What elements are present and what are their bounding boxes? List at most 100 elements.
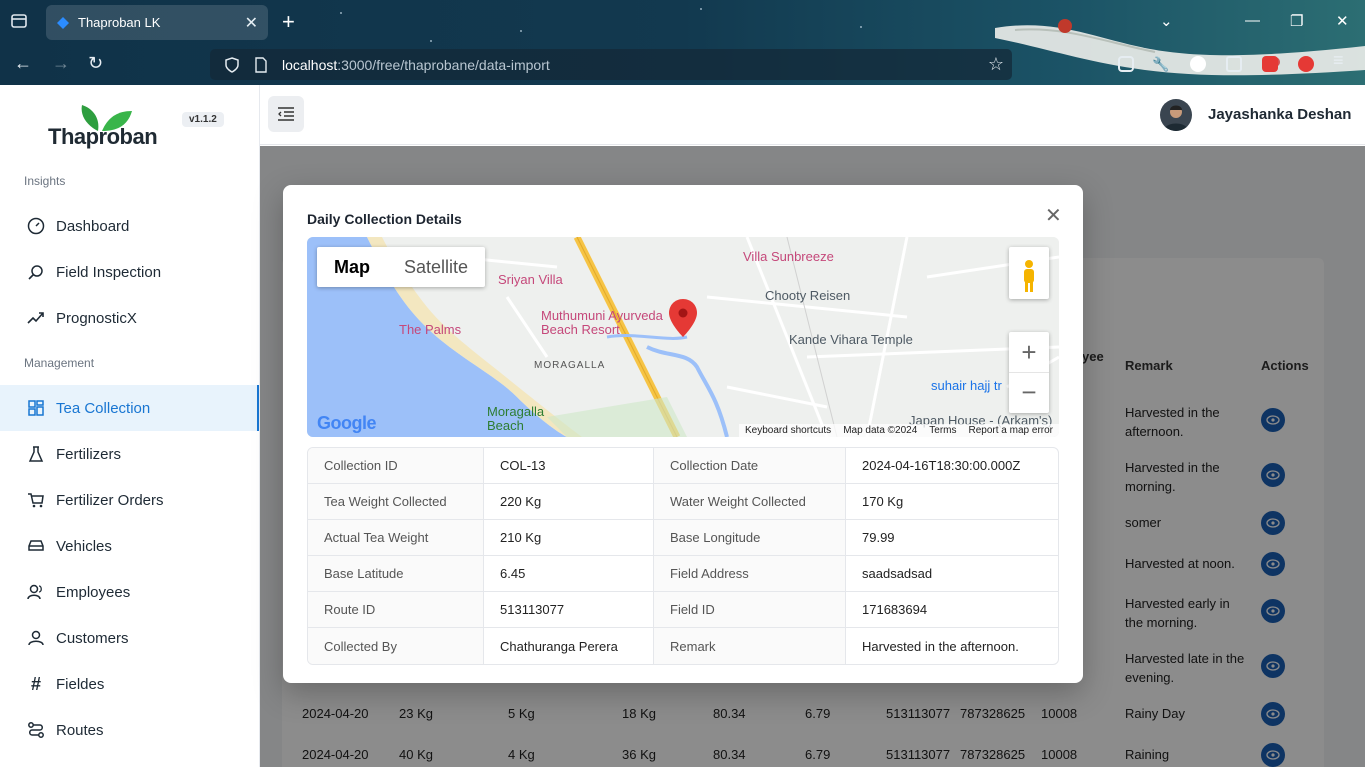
detail-label: Base Longitude (654, 520, 846, 555)
back-icon[interactable]: ← (14, 53, 32, 74)
address-bar[interactable]: localhost:3000/free/thaprobane/data-impo… (210, 49, 1012, 80)
details-table: Collection ID COL-13 Collection Date 202… (307, 447, 1059, 665)
tab-title: Thaproban LK (78, 15, 161, 30)
detail-label: Collected By (308, 628, 484, 664)
indent-menu-icon (278, 107, 294, 121)
sidebar-item-routes[interactable]: Routes (0, 707, 259, 753)
pocket-icon[interactable] (1118, 56, 1134, 72)
page-icon (255, 56, 267, 73)
sidebar-item-customers[interactable]: Customers (0, 615, 259, 661)
map-type-map[interactable]: Map (317, 247, 387, 287)
users-icon (27, 583, 45, 601)
detail-value: 6.45 (484, 556, 654, 591)
pegman-icon (1024, 260, 1034, 292)
flask-icon (27, 445, 45, 463)
detail-label: Field Address (654, 556, 846, 591)
detail-label: Remark (654, 628, 846, 664)
collapse-menu-button[interactable] (268, 96, 304, 132)
hash-icon: # (30, 673, 41, 694)
detail-value: COL-13 (484, 448, 654, 483)
detail-label: Tea Weight Collected (308, 484, 484, 519)
trend-icon (27, 309, 45, 327)
sidebar: Thaproban v1.1.2 Insights Dashboard Fiel… (0, 85, 260, 767)
youtube-music-icon[interactable] (1298, 56, 1314, 72)
map-place-label: Chooty Reisen (765, 288, 851, 303)
detail-value: saadsadsad (862, 566, 933, 581)
map-type-satellite[interactable]: Satellite (387, 247, 485, 287)
sidebar-item-fertilizers[interactable]: Fertilizers (0, 431, 259, 477)
map-place-label: Muthumuni Ayurveda Beach Resort (541, 308, 663, 337)
sidebar-item-vehicles[interactable]: Vehicles (0, 523, 259, 569)
hamburger-menu-icon[interactable]: ≡ (1333, 50, 1344, 71)
sidebar-item-label: Dashboard (56, 217, 130, 235)
avatar[interactable] (1160, 99, 1192, 131)
details-row: Route ID 513113077 Field ID 171683694 (308, 592, 1058, 628)
tab-list-icon[interactable] (10, 12, 30, 32)
sidebar-item-label: Fieldes (56, 675, 105, 693)
detail-value: 210 Kg (484, 520, 654, 555)
favicon-icon (57, 16, 69, 29)
minimize-icon[interactable]: — (1245, 12, 1260, 29)
modal-title: Daily Collection Details (307, 211, 462, 227)
grid-icon (27, 399, 45, 417)
section-label-insights: Insights (24, 174, 66, 188)
section-label-management: Management (24, 356, 95, 370)
car-icon (27, 537, 45, 555)
new-tab-icon[interactable]: + (282, 10, 295, 34)
detail-value: 79.99 (862, 530, 895, 545)
sidebar-item-label: Customers (56, 629, 129, 647)
map-place-label: Sriyan Villa (498, 272, 563, 287)
zoom-in-button[interactable]: + (1009, 332, 1049, 372)
chevron-down-icon[interactable]: ⌄ (1160, 12, 1173, 30)
terms-link[interactable]: Terms (929, 425, 956, 436)
detail-value: Harvested in the afternoon. (862, 638, 1019, 654)
sidebar-item-label: Fertilizer Orders (56, 491, 164, 509)
detail-label: Collection ID (308, 448, 484, 483)
sidebar-item-prognosticx[interactable]: PrognosticX (0, 295, 259, 341)
browser-tab[interactable]: Thaproban LK ✕ (46, 5, 268, 40)
user-name[interactable]: Jayashanka Deshan (1208, 106, 1351, 123)
url-path: :3000/free/thaprobane/data-import (337, 56, 550, 73)
wrench-icon[interactable]: 🔧 (1152, 56, 1169, 72)
google-logo: Google (317, 413, 377, 433)
cart-icon (27, 491, 45, 509)
close-icon[interactable]: ✕ (1045, 203, 1062, 228)
map-type-toggle[interactable]: Map Satellite (317, 247, 486, 287)
sidebar-item-dashboard[interactable]: Dashboard (0, 203, 259, 249)
detail-value: 220 Kg (484, 484, 654, 519)
reload-icon[interactable]: ↻ (88, 53, 103, 74)
zoom-out-button[interactable]: − (1009, 372, 1049, 412)
detail-label: Actual Tea Weight (308, 520, 484, 555)
detail-value: 170 Kg (862, 494, 904, 509)
browser-chrome: Thaproban LK ✕ + ⌄ — ❐ ✕ ← → ↻ localhost… (0, 0, 1365, 85)
youtube-icon[interactable] (1262, 56, 1278, 72)
map-place-label: The Palms (399, 322, 462, 337)
route-icon (27, 721, 45, 739)
sidebar-item-tea-collection[interactable]: Tea Collection (0, 385, 259, 431)
extension-r-icon[interactable] (1190, 56, 1206, 72)
zoom-controls: + − (1009, 332, 1049, 413)
details-row: Tea Weight Collected 220 Kg Water Weight… (308, 484, 1058, 520)
keyboard-shortcuts-link[interactable]: Keyboard shortcuts (745, 425, 831, 436)
puzzle-icon[interactable] (1226, 56, 1242, 72)
sidebar-item-label: Employees (56, 583, 131, 601)
sidebar-item-field-inspection[interactable]: Field Inspection (0, 249, 259, 295)
map-view[interactable]: Map Satellite Villa Sunbreeze Sriyan Vil… (307, 237, 1059, 437)
collection-details-modal: Daily Collection Details ✕ Map Satellite… (283, 185, 1083, 683)
map-attribution: Keyboard shortcuts Map data ©2024 Terms … (739, 424, 1059, 437)
location-pin-icon[interactable] (669, 299, 697, 337)
sidebar-item-employees[interactable]: Employees (0, 569, 259, 615)
restore-icon[interactable]: ❐ (1290, 12, 1303, 30)
map-place-label: suhair hajj tr (931, 378, 1002, 393)
sidebar-item-fertilizer-orders[interactable]: Fertilizer Orders (0, 477, 259, 523)
close-tab-icon[interactable]: ✕ (245, 13, 258, 33)
sidebar-item-fieldes[interactable]: # Fieldes (0, 661, 259, 707)
logo-text: Thaproban (48, 124, 158, 149)
forward-icon[interactable]: → (52, 53, 70, 74)
window-close-icon[interactable]: ✕ (1336, 12, 1349, 30)
shield-icon (225, 56, 239, 73)
report-error-link[interactable]: Report a map error (969, 425, 1053, 436)
street-view-pegman[interactable] (1009, 247, 1049, 299)
bookmark-star-icon[interactable]: ☆ (988, 54, 1004, 75)
detail-value: 2024-04-16T18:30:00.000Z (862, 458, 1021, 473)
